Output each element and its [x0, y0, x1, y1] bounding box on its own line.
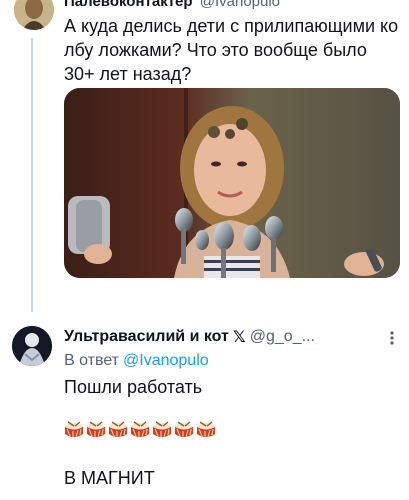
tweet-header: Ультравасилий и кот 𝕏 @g_o_...: [64, 325, 315, 349]
avatar-portrait-icon: [14, 0, 54, 30]
drum-icon: [109, 421, 127, 438]
drum-icon: [175, 421, 193, 438]
tweet-text: В МАГНИТ: [64, 468, 155, 488]
drum-icon: [87, 421, 105, 438]
more-vertical-icon[interactable]: [386, 328, 398, 348]
drum-emoji-row: [64, 420, 216, 440]
drum-icon: [65, 421, 83, 438]
drum-icon: [153, 421, 171, 438]
avatar[interactable]: [14, 0, 54, 30]
display-name[interactable]: Палевоконтактер: [64, 0, 193, 10]
display-name[interactable]: Ультравасилий и кот: [64, 328, 229, 346]
user-handle[interactable]: @g_o_...: [250, 328, 315, 346]
thread-connector-line: [31, 38, 33, 312]
avatar[interactable]: [12, 326, 52, 366]
tweet-photo[interactable]: [64, 88, 400, 278]
drum-icon: [131, 421, 149, 438]
reply-to-mention-link[interactable]: @Ivanopulo: [123, 352, 209, 369]
tweet-header: Палевоконтактер @Ivanopulo: [64, 0, 280, 12]
photo-girl-with-spoons: [64, 88, 400, 278]
tweet-text: Пошли работать: [64, 377, 203, 397]
tweet-text: А куда делись дети с прилипающими ко лбу…: [64, 16, 399, 84]
reply-to-label: В ответ: [64, 352, 120, 369]
user-handle[interactable]: @Ivanopulo: [200, 0, 280, 10]
avatar-figure-icon: [12, 326, 52, 366]
drum-icon: [197, 421, 215, 438]
x-logo-icon: 𝕏: [232, 329, 246, 346]
reply-context: В ответ @Ivanopulo: [64, 350, 209, 372]
